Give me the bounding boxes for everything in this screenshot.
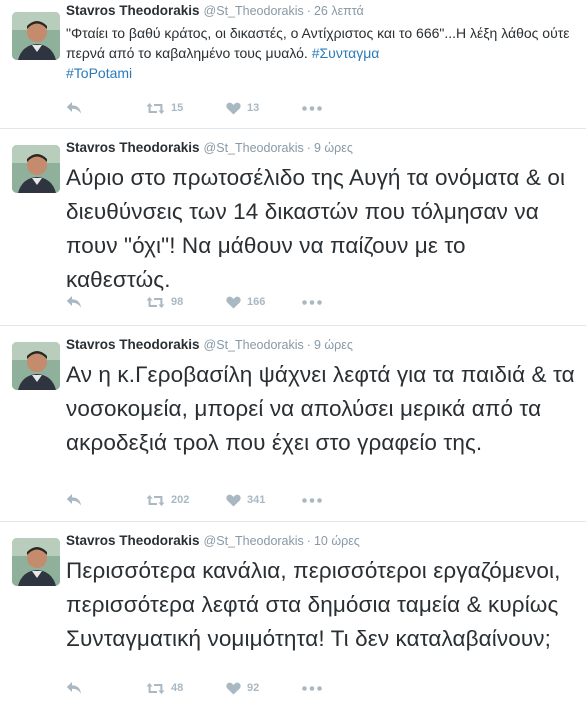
like-count: 166	[247, 296, 266, 308]
tweet-actions: 15 13	[66, 98, 322, 118]
retweet-count: 98	[171, 296, 184, 308]
more-dots-icon	[302, 299, 322, 305]
retweet-button[interactable]: 98	[146, 296, 226, 309]
heart-icon	[226, 102, 241, 114]
retweet-button[interactable]: 48	[146, 682, 226, 695]
timestamp[interactable]: 26 λεπτά	[314, 4, 364, 18]
timestamp[interactable]: 9 ώρες	[314, 141, 353, 155]
avatar[interactable]	[12, 342, 60, 390]
tweet-text: "Φταίει το βαθύ κράτος, οι δικαστές, ο Α…	[66, 23, 572, 83]
more-dots-icon	[302, 497, 322, 503]
reply-button[interactable]	[66, 493, 146, 507]
tweet[interactable]: Stavros Theodorakis @St_Theodorakis · 10 ώρ…	[0, 522, 586, 712]
tweet-actions: 202 341	[66, 490, 322, 510]
like-button[interactable]: 13	[226, 102, 302, 115]
author-handle[interactable]: @St_Theodorakis	[204, 141, 304, 155]
author-name[interactable]: Stavros Theodorakis	[66, 533, 200, 548]
hashtag-link[interactable]: #Συνταγμα	[312, 45, 380, 61]
dot-separator: ·	[306, 338, 311, 352]
reply-icon	[66, 494, 81, 506]
retweet-count: 15	[171, 102, 184, 114]
retweet-count: 48	[171, 682, 184, 694]
tweet-actions: 98 166	[66, 292, 322, 312]
heart-icon	[226, 682, 241, 694]
retweet-icon	[146, 102, 165, 114]
tweet-text: Περισσότερα κανάλια, περισσότεροι εργαζό…	[66, 558, 561, 651]
tweet-header: Stavros Theodorakis @St_Theodorakis · 9 ώρε…	[66, 326, 576, 356]
more-dots-icon	[302, 105, 322, 111]
like-count: 13	[247, 102, 260, 114]
like-button[interactable]: 92	[226, 682, 302, 695]
more-button[interactable]	[302, 497, 322, 503]
tweet[interactable]: Stavros Theodorakis @St_Theodorakis · 9 ώρε…	[0, 129, 586, 326]
author-name[interactable]: Stavros Theodorakis	[66, 3, 200, 18]
retweet-button[interactable]: 202	[146, 494, 226, 507]
like-count: 341	[247, 494, 266, 506]
author-name[interactable]: Stavros Theodorakis	[66, 140, 200, 155]
author-name[interactable]: Stavros Theodorakis	[66, 337, 200, 352]
tweet[interactable]: Stavros Theodorakis @St_Theodorakis · 9 ώρε…	[0, 326, 586, 522]
like-button[interactable]: 341	[226, 494, 302, 507]
avatar[interactable]	[12, 145, 60, 193]
more-button[interactable]	[302, 105, 322, 111]
author-handle[interactable]: @St_Theodorakis	[204, 338, 304, 352]
heart-icon	[226, 494, 241, 506]
tweet-header: Stavros Theodorakis @St_Theodorakis · 10 ώρ…	[66, 522, 576, 552]
retweet-count: 202	[171, 494, 190, 506]
avatar[interactable]	[12, 538, 60, 586]
reply-button[interactable]	[66, 295, 146, 309]
more-button[interactable]	[302, 299, 322, 305]
reply-button[interactable]	[66, 101, 146, 115]
retweet-icon	[146, 296, 165, 308]
tweet-feed: Stavros Theodorakis @St_Theodorakis · 26 λε…	[0, 0, 586, 712]
retweet-button[interactable]: 15	[146, 102, 226, 115]
timestamp[interactable]: 10 ώρες	[314, 534, 360, 548]
hashtag-link[interactable]: #ToPotami	[66, 65, 132, 81]
dot-separator: ·	[306, 4, 311, 18]
tweet-header: Stavros Theodorakis @St_Theodorakis · 26 λε…	[66, 0, 576, 22]
retweet-icon	[146, 494, 165, 506]
author-handle[interactable]: @St_Theodorakis	[204, 4, 304, 18]
tweet-header: Stavros Theodorakis @St_Theodorakis · 9 ώρε…	[66, 129, 576, 159]
reply-icon	[66, 102, 81, 114]
tweet-text: Αν η κ.Γεροβασίλη ψάχνει λεφτά για τα πα…	[66, 362, 575, 455]
dot-separator: ·	[306, 534, 311, 548]
tweet-text: Αύριο στο πρωτοσέλιδο της Αυγή τα ονόματ…	[66, 165, 566, 292]
like-count: 92	[247, 682, 260, 694]
heart-icon	[226, 296, 241, 308]
tweet[interactable]: Stavros Theodorakis @St_Theodorakis · 26 λε…	[0, 0, 586, 129]
dot-separator: ·	[306, 141, 311, 155]
reply-icon	[66, 682, 81, 694]
tweet-actions: 48 92	[66, 678, 322, 698]
avatar[interactable]	[12, 12, 60, 60]
like-button[interactable]: 166	[226, 296, 302, 309]
retweet-icon	[146, 682, 165, 694]
reply-icon	[66, 296, 81, 308]
timestamp[interactable]: 9 ώρες	[314, 338, 353, 352]
reply-button[interactable]	[66, 681, 146, 695]
more-dots-icon	[302, 685, 322, 691]
more-button[interactable]	[302, 685, 322, 691]
author-handle[interactable]: @St_Theodorakis	[204, 534, 304, 548]
